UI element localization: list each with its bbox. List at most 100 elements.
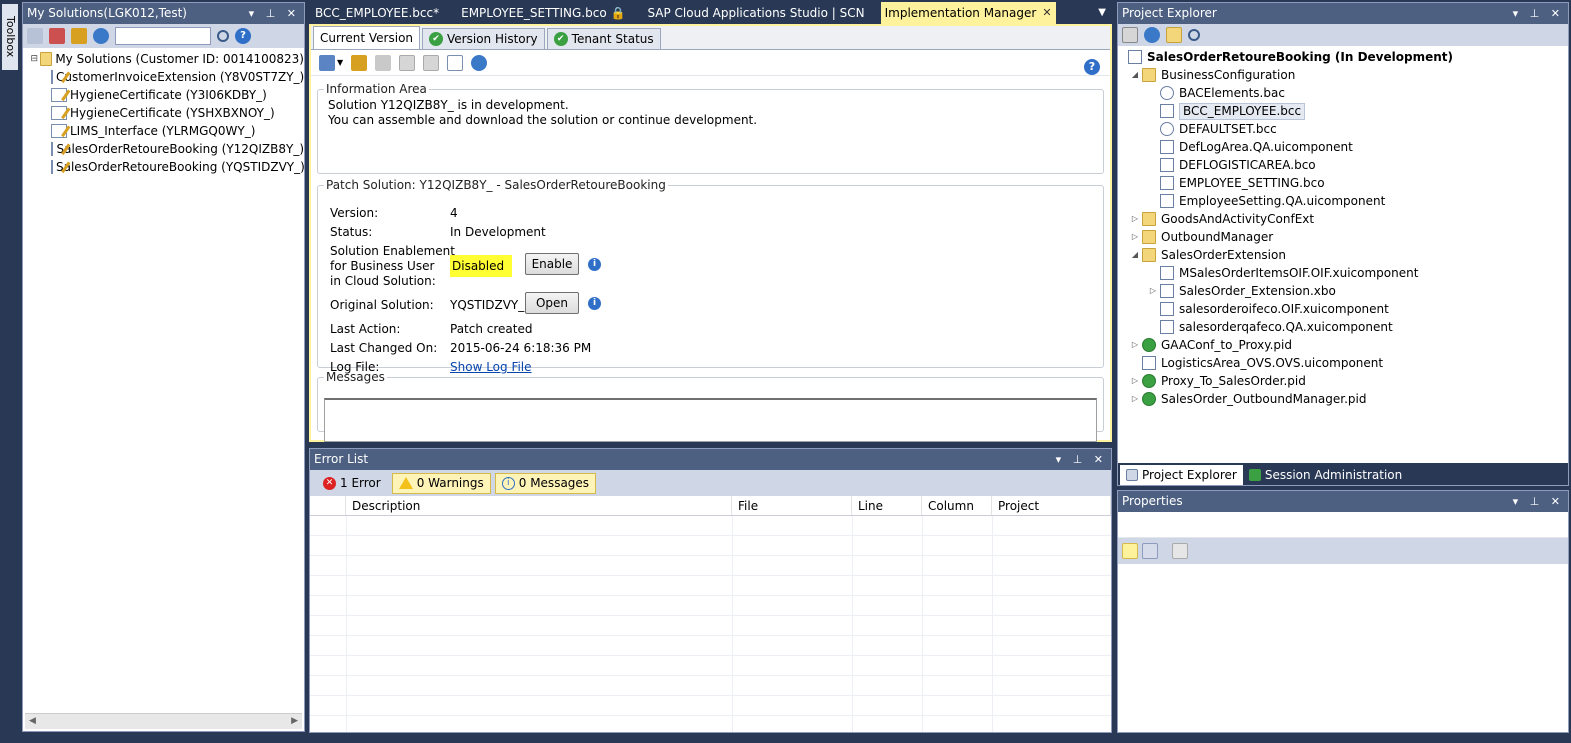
- solution-item[interactable]: HygieneCertificate (Y3I06KDBY_): [29, 86, 304, 104]
- tab-implementation-manager-label: Implementation Manager: [884, 6, 1037, 20]
- info-icon[interactable]: i: [588, 258, 601, 271]
- expand-toggle-icon[interactable]: ▷: [1128, 336, 1142, 354]
- error-grid: Description File Line Column Project: [310, 496, 1111, 732]
- download-icon[interactable]: [351, 54, 368, 71]
- solution-item[interactable]: LIMS_Interface (YLRMGQ0WY_): [29, 122, 304, 140]
- properties-title: Properties: [1122, 494, 1183, 508]
- toolbox-strip: Toolbox: [0, 0, 20, 735]
- pane-controls[interactable]: ▾ ⊥ ✕: [1056, 449, 1107, 470]
- enable-button[interactable]: Enable: [525, 253, 579, 275]
- horizontal-scrollbar[interactable]: ◀ ▶: [25, 713, 302, 729]
- copy-icon[interactable]: [399, 54, 416, 71]
- tree-root[interactable]: ⊟ My Solutions (Customer ID: 0014100823): [29, 50, 304, 68]
- project-tree-item[interactable]: ▷ OutboundManager: [1122, 228, 1568, 246]
- refresh-icon[interactable]: [471, 54, 488, 71]
- search-icon[interactable]: [1188, 29, 1200, 41]
- open-button[interactable]: Open: [525, 292, 579, 314]
- property-pages-icon[interactable]: [1172, 543, 1188, 559]
- tab-version-history[interactable]: ✔ Version History: [422, 28, 545, 49]
- show-all-files-icon[interactable]: [1166, 27, 1182, 43]
- column-line[interactable]: Line: [852, 496, 922, 515]
- new-patch-icon[interactable]: [447, 54, 464, 71]
- pane-controls[interactable]: ▾ ⊥ ✕: [1513, 491, 1564, 512]
- search-icon[interactable]: [217, 30, 229, 42]
- project-tree-item[interactable]: ▷ SalesOrder_OutboundManager.pid: [1122, 390, 1568, 408]
- close-icon[interactable]: ✕: [1042, 2, 1051, 24]
- chevron-down-icon[interactable]: ▼: [337, 58, 343, 67]
- column-column[interactable]: Column: [922, 496, 992, 515]
- import-icon[interactable]: [49, 28, 65, 44]
- toolbox-tab[interactable]: Toolbox: [2, 4, 18, 70]
- expand-toggle-icon[interactable]: ▷: [1128, 210, 1142, 228]
- project-tree-item[interactable]: ▷ SalesOrder_Extension.xbo: [1122, 282, 1568, 300]
- help-icon[interactable]: ?: [1084, 59, 1100, 75]
- project-tree-item[interactable]: ◢ SalesOrderExtension: [1122, 246, 1568, 264]
- tab-bcc-employee[interactable]: BCC_EMPLOYEE.bcc*: [309, 2, 445, 24]
- expand-toggle-icon[interactable]: ▷: [1128, 228, 1142, 246]
- tab-tenant-status[interactable]: ✔ Tenant Status: [546, 28, 661, 49]
- project-tree-item[interactable]: ▷ GAAConf_to_Proxy.pid: [1122, 336, 1568, 354]
- expand-toggle-icon[interactable]: ◢: [1128, 246, 1142, 264]
- delete-icon[interactable]: [375, 54, 392, 71]
- project-tree-item[interactable]: EMPLOYEE_SETTING.bco: [1122, 174, 1568, 192]
- expand-toggle-icon[interactable]: ◢: [1128, 66, 1142, 84]
- errors-filter-button[interactable]: ✕ 1 Error: [316, 473, 388, 494]
- messages-box[interactable]: [324, 398, 1097, 442]
- project-tree-item[interactable]: DefLogArea.QA.uicomponent: [1122, 138, 1568, 156]
- project-tree-item[interactable]: salesorderqafeco.QA.xuicomponent: [1122, 318, 1568, 336]
- project-tree-item[interactable]: DEFAULTSET.bcc: [1122, 120, 1568, 138]
- project-tree-item[interactable]: BACElements.bac: [1122, 84, 1568, 102]
- project-tree-item[interactable]: BCC_EMPLOYEE.bcc: [1122, 102, 1568, 120]
- properties-icon[interactable]: [1122, 27, 1138, 43]
- project-tree-item[interactable]: ▷ Proxy_To_SalesOrder.pid: [1122, 372, 1568, 390]
- solution-item[interactable]: SalesOrderRetoureBooking (Y12QIZB8Y_): [29, 140, 304, 158]
- paste-icon[interactable]: [423, 54, 440, 71]
- project-tree-item[interactable]: DEFLOGISTICAREA.bco: [1122, 156, 1568, 174]
- solution-item-label: LIMS_Interface (YLRMGQ0WY_): [70, 124, 256, 138]
- assemble-icon[interactable]: [319, 54, 335, 71]
- project-tree-item[interactable]: LogisticsArea_OVS.OVS.uicomponent: [1122, 354, 1568, 372]
- pane-controls[interactable]: ▾ ⊥ ✕: [1513, 3, 1564, 24]
- tab-session-administration[interactable]: Session Administration: [1243, 465, 1408, 485]
- solution-search-input[interactable]: [115, 27, 211, 45]
- column-project[interactable]: Project: [992, 496, 1111, 515]
- project-tree-item-label: salesorderqafeco.QA.xuicomponent: [1179, 320, 1393, 334]
- tab-scn[interactable]: SAP Cloud Applications Studio | SCN: [641, 2, 870, 24]
- warnings-filter-button[interactable]: 0 Warnings: [391, 472, 491, 494]
- scroll-right-icon[interactable]: ▶: [291, 716, 298, 726]
- column-description[interactable]: Description: [346, 496, 732, 515]
- expand-toggle-icon[interactable]: ▷: [1128, 390, 1142, 408]
- info-icon[interactable]: i: [588, 297, 601, 310]
- tab-current-version[interactable]: Current Version: [313, 26, 421, 49]
- collapse-icon[interactable]: ⊟: [29, 50, 40, 68]
- refresh-icon[interactable]: [93, 28, 109, 44]
- project-tree-item[interactable]: ◢ BusinessConfiguration: [1122, 66, 1568, 84]
- column-file[interactable]: File: [732, 496, 852, 515]
- chevron-down-icon[interactable]: ▼: [1098, 2, 1106, 24]
- expand-toggle-icon[interactable]: ▷: [1146, 282, 1160, 300]
- tab-employee-setting[interactable]: EMPLOYEE_SETTING.bco 🔒: [455, 2, 631, 24]
- project-tree-item-label: GoodsAndActivityConfExt: [1161, 212, 1315, 226]
- refresh-icon[interactable]: [1144, 27, 1160, 43]
- solution-item[interactable]: SalesOrderRetoureBooking (YQSTIDZVY_): [29, 158, 305, 176]
- pane-controls[interactable]: ▾ ⊥ ✕: [249, 3, 300, 24]
- alphabetical-icon[interactable]: [1142, 543, 1158, 559]
- create-solution-icon[interactable]: [71, 28, 87, 44]
- deploy-icon[interactable]: [27, 28, 43, 44]
- tab-implementation-manager[interactable]: Implementation Manager ✕: [880, 2, 1056, 24]
- help-icon[interactable]: ?: [235, 28, 251, 44]
- solution-item[interactable]: HygieneCertificate (YSHXBXNOY_): [29, 104, 304, 122]
- expand-toggle-icon[interactable]: ▷: [1128, 372, 1142, 390]
- project-root[interactable]: SalesOrderRetoureBooking (In Development…: [1122, 48, 1568, 66]
- solution-item-label: CustomerInvoiceExtension (Y8V0ST7ZY_): [56, 70, 305, 84]
- solution-item[interactable]: CustomerInvoiceExtension (Y8V0ST7ZY_): [29, 68, 304, 86]
- categorized-icon[interactable]: [1122, 543, 1138, 559]
- scroll-left-icon[interactable]: ◀: [29, 716, 36, 726]
- tab-project-explorer[interactable]: Project Explorer: [1120, 465, 1243, 485]
- project-tree-item[interactable]: ▷ GoodsAndActivityConfExt: [1122, 210, 1568, 228]
- properties-object-selector[interactable]: [1118, 512, 1568, 538]
- project-tree-item[interactable]: salesorderoifeco.OIF.xuicomponent: [1122, 300, 1568, 318]
- project-tree-item[interactable]: MSalesOrderItemsOIF.OIF.xuicomponent: [1122, 264, 1568, 282]
- project-tree-item[interactable]: EmployeeSetting.QA.uicomponent: [1122, 192, 1568, 210]
- messages-filter-button[interactable]: i 0 Messages: [494, 472, 597, 494]
